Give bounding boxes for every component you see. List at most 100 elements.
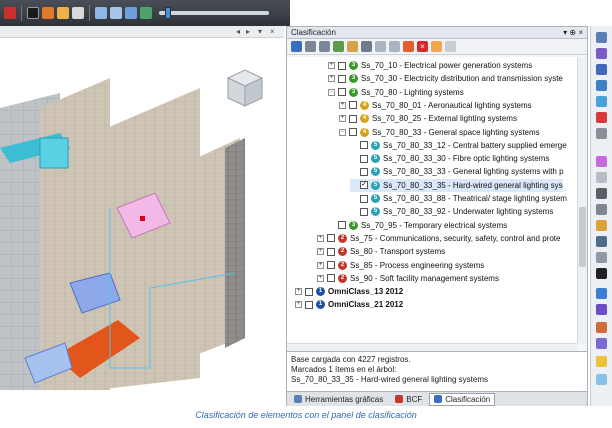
expand-icon[interactable] xyxy=(375,41,386,52)
tree-row[interactable]: +3 Ss_70_10 - Electrical power generation… xyxy=(328,59,532,72)
delete-icon[interactable]: × xyxy=(417,41,428,52)
arc-icon[interactable] xyxy=(596,64,607,75)
expand-node-icon[interactable]: + xyxy=(317,274,324,282)
render-icon[interactable] xyxy=(42,7,54,19)
tree-row[interactable]: +1 OmniClass_13 2012 xyxy=(295,285,403,298)
tree-row[interactable]: 5 Ss_70_80_33_33 - General lighting syste… xyxy=(350,165,564,178)
dimension-icon[interactable] xyxy=(596,288,607,299)
panel-window-controls[interactable]: ▾ ⊕ × xyxy=(563,28,583,37)
expand-node-icon[interactable]: + xyxy=(295,288,302,296)
tree-checkbox[interactable] xyxy=(327,261,335,269)
slider-thumb[interactable] xyxy=(165,7,171,19)
tree-checkbox[interactable] xyxy=(338,74,346,83)
bookmark-icon[interactable] xyxy=(333,41,344,52)
tree-row[interactable]: 5 Ss_70_80_33_12 - Central battery suppli… xyxy=(350,139,567,152)
tree-row[interactable]: - 3 Ss_70_80 - Lighting systems xyxy=(328,86,464,99)
3d-viewport[interactable]: ◂ ▸ ▾ × xyxy=(0,26,284,390)
horizontal-scrollbar[interactable] xyxy=(287,343,577,351)
expand-node-icon[interactable]: + xyxy=(328,75,335,83)
tree-checkbox[interactable] xyxy=(360,167,368,176)
menu-icon[interactable]: ▾ xyxy=(258,27,262,36)
tree-checkbox[interactable] xyxy=(327,247,335,256)
scrollbar-thumb[interactable] xyxy=(579,207,586,267)
tree-checkbox[interactable] xyxy=(360,154,368,163)
building-model[interactable] xyxy=(0,38,284,390)
tree-row[interactable]: +2 Ss_85 - Process engineering systems xyxy=(317,259,484,272)
record-icon[interactable] xyxy=(4,7,16,19)
curve-icon[interactable] xyxy=(596,80,607,91)
view-cube-icon[interactable] xyxy=(226,69,264,107)
edit-icon[interactable] xyxy=(596,204,607,215)
panel-tab[interactable]: BCF xyxy=(390,393,427,406)
grid-icon[interactable] xyxy=(596,188,607,199)
monitor-icon[interactable] xyxy=(27,7,39,19)
tree-checkbox[interactable] xyxy=(360,194,368,203)
find-icon[interactable] xyxy=(347,41,358,52)
tree-row[interactable]: 3 Ss_70_95 - Temporary electrical systems xyxy=(328,219,507,232)
tree-row[interactable]: 5 Ss_70_80_33_30 - Fibre optic lighting s… xyxy=(350,152,549,165)
pen-icon[interactable] xyxy=(596,252,607,263)
tree-row[interactable]: +2 Ss_90 - Soft facility management syste… xyxy=(317,272,499,285)
expand-node-icon[interactable]: + xyxy=(295,301,302,309)
list-icon[interactable] xyxy=(361,41,372,52)
line-icon[interactable] xyxy=(596,172,607,183)
tree-checkbox[interactable] xyxy=(305,300,313,309)
cross-icon[interactable] xyxy=(596,112,607,123)
collapse-icon[interactable] xyxy=(389,41,400,52)
tree-checkbox[interactable] xyxy=(349,101,357,110)
filter-icon[interactable] xyxy=(403,41,414,52)
cube-icon[interactable] xyxy=(72,7,84,19)
clip-icon[interactable] xyxy=(125,7,137,19)
tree-row[interactable]: +4 Ss_70_80_01 - Aeronautical lighting sy… xyxy=(339,99,532,112)
tree-checkbox[interactable] xyxy=(327,274,335,283)
close-icon[interactable]: × xyxy=(270,27,275,36)
tree-row[interactable]: 5 Ss_70_80_33_92 - Underwater lighting sy… xyxy=(350,205,553,218)
panel-tab[interactable]: Herramientas gráficas xyxy=(289,393,388,406)
section-icon[interactable] xyxy=(110,7,122,19)
tree-checkbox[interactable] xyxy=(338,88,346,97)
axis-icon[interactable] xyxy=(95,7,107,19)
tree-checkbox[interactable] xyxy=(338,61,346,70)
lightbulb-icon[interactable] xyxy=(596,356,607,367)
panel-tab[interactable]: Clasificación xyxy=(429,392,496,406)
tree-checkbox[interactable]: ✓ xyxy=(360,181,368,190)
tree-checkbox[interactable] xyxy=(360,141,368,150)
save-as-icon[interactable] xyxy=(319,41,330,52)
people-icon[interactable] xyxy=(596,338,607,349)
lasso-icon[interactable] xyxy=(596,304,607,315)
tree-row[interactable]: +2 Ss_80 - Transport systems xyxy=(317,245,445,258)
mirror-icon[interactable] xyxy=(596,128,607,139)
tree-row[interactable]: - 4 Ss_70_80_33 - General space lighting s… xyxy=(339,126,540,139)
tree-checkbox[interactable] xyxy=(338,221,346,230)
fence-icon[interactable] xyxy=(596,220,607,231)
pencil-icon[interactable] xyxy=(596,96,607,107)
tool-icon[interactable] xyxy=(596,236,607,247)
arrow-left-icon[interactable]: ◂ xyxy=(236,27,240,36)
expand-node-icon[interactable]: + xyxy=(339,115,346,123)
refresh-icon[interactable] xyxy=(140,7,152,19)
expand-node-icon[interactable]: + xyxy=(339,101,346,109)
clear-icon[interactable] xyxy=(445,41,456,52)
classification-tree[interactable]: +3 Ss_70_10 - Electrical power generation… xyxy=(287,57,577,343)
tree-checkbox[interactable] xyxy=(327,234,335,243)
tree-checkbox[interactable] xyxy=(349,114,357,123)
tree-checkbox[interactable] xyxy=(349,128,357,136)
transparency-slider[interactable] xyxy=(159,7,269,19)
tree-row[interactable]: 5 Ss_70_80_33_88 - Theatrical/ stage ligh… xyxy=(350,192,567,205)
tree-checkbox[interactable] xyxy=(360,207,368,216)
vertical-scrollbar[interactable] xyxy=(577,57,587,343)
collapse-node-icon[interactable]: - xyxy=(339,128,346,136)
expand-node-icon[interactable]: + xyxy=(328,62,335,69)
tree-row[interactable]: +4 Ss_70_80_25 - External lighting system… xyxy=(339,112,517,125)
tree-row[interactable]: ✓ 5 Ss_70_80_33_35 - Hard-wired general li… xyxy=(350,178,563,192)
tree-row[interactable]: +2 Ss_75 - Communications, security, safe… xyxy=(317,232,560,245)
expand-node-icon[interactable]: + xyxy=(317,234,324,242)
expand-node-icon[interactable]: + xyxy=(317,261,324,269)
tree-checkbox[interactable] xyxy=(305,287,313,296)
shade-icon[interactable] xyxy=(57,7,69,19)
tree-row[interactable]: +1 OmniClass_21 2012 xyxy=(295,298,403,311)
measure-icon[interactable] xyxy=(596,156,607,167)
download-icon[interactable] xyxy=(291,41,302,52)
collapse-node-icon[interactable]: - xyxy=(328,88,335,96)
snapshot-icon[interactable] xyxy=(596,374,607,385)
